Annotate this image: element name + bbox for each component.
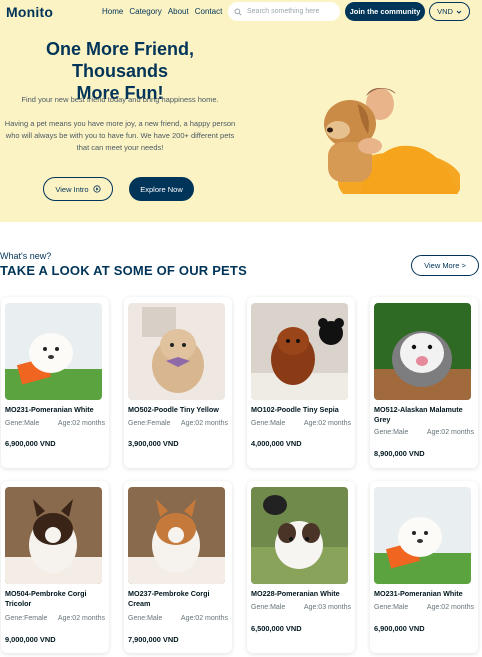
pet-price: 4,000,000 VND (251, 439, 302, 448)
pet-price: 7,900,000 VND (128, 635, 179, 644)
pet-name: MO231-Pomeranian White (374, 589, 463, 598)
pet-gene: Gene:Male (5, 420, 40, 427)
pet-card[interactable]: MO231-Pomeranian White Gene:Male Age:02 m… (1, 297, 109, 468)
pet-meta: Gene:Male Age:02 months (374, 429, 474, 436)
chevron-down-icon (456, 10, 462, 14)
pet-card[interactable]: MO502-Poodle Tiny Yellow Gene:Female Age:… (124, 297, 232, 468)
pet-photo (251, 303, 348, 400)
pet-card[interactable]: MO102-Poodle Tiny Sepia Gene:Male Age:02 … (247, 297, 355, 468)
pet-gene: Gene:Female (128, 420, 171, 427)
pet-name: MO231-Pomeranian White (5, 405, 94, 414)
logo[interactable]: Monito (6, 4, 53, 20)
currency-value: VND (437, 7, 453, 16)
pet-age: Age:02 months (180, 615, 228, 622)
pet-price: 3,900,000 VND (128, 439, 179, 448)
pet-photo (5, 487, 102, 584)
hero-subtitle: Find your new best friend today and brin… (21, 95, 219, 104)
view-more-button[interactable]: View More > (411, 255, 479, 276)
pet-card[interactable]: MO512-Alaskan Malamute Grey Gene:Male Age… (370, 297, 478, 468)
hero-illustration (324, 88, 460, 194)
view-intro-label: View Intro (55, 184, 89, 194)
pet-gene: Gene:Male (374, 429, 409, 436)
search-input[interactable]: Search something here (228, 2, 340, 21)
pet-name: MO512-Alaskan Malamute Grey (374, 405, 463, 424)
pet-photo (374, 487, 471, 584)
pet-meta: Gene:Male Age:02 months (5, 420, 105, 427)
main-nav: Home Category About Contact (102, 7, 222, 16)
pet-age: Age:02 months (180, 420, 228, 427)
section-title: TAKE A LOOK AT SOME OF OUR PETS (0, 263, 247, 278)
pet-age: Age:02 months (426, 604, 474, 611)
pet-photo (251, 487, 348, 584)
pet-price: 9,000,000 VND (5, 635, 56, 644)
pet-price: 6,900,000 VND (5, 439, 56, 448)
pet-meta: Gene:Male Age:02 months (251, 420, 351, 427)
pet-name: MO228-Pomeranian White (251, 589, 340, 598)
pet-card[interactable]: MO231-Pomeranian White Gene:Male Age:02 m… (370, 481, 478, 653)
section-eyebrow: What's new? (0, 251, 52, 261)
pet-gene: Gene:Female (5, 615, 48, 622)
pet-age: Age:03 months (303, 604, 351, 611)
pet-meta: Gene:Female Age:02 months (128, 420, 228, 427)
play-circle-icon (93, 185, 101, 193)
nav-about[interactable]: About (168, 7, 189, 16)
nav-contact[interactable]: Contact (195, 7, 223, 16)
explore-now-button[interactable]: Explore Now (129, 177, 194, 201)
pet-meta: Gene:Female Age:02 months (5, 615, 105, 622)
pet-photo (128, 487, 225, 584)
pet-age: Age:02 months (57, 615, 105, 622)
join-community-button[interactable]: Join the community (345, 2, 425, 21)
pet-name: MO102-Poodle Tiny Sepia (251, 405, 339, 414)
pet-meta: Gene:Male Age:03 months (251, 604, 351, 611)
nav-category[interactable]: Category (129, 7, 161, 16)
pet-name: MO504-Pembroke Corgi Tricolor (5, 589, 87, 608)
pet-photo (128, 303, 225, 400)
hero-description: Having a pet means you have more joy, a … (4, 119, 236, 152)
pet-name: MO502-Poodle Tiny Yellow (128, 405, 219, 414)
pet-price: 6,500,000 VND (251, 624, 302, 633)
pet-price: 6,900,000 VND (374, 624, 425, 633)
pet-gene: Gene:Male (374, 604, 409, 611)
pet-card[interactable]: MO237-Pembroke Corgi Cream Gene:Male Age:… (124, 481, 232, 653)
search-icon (234, 7, 242, 16)
pet-card[interactable]: MO504-Pembroke Corgi Tricolor Gene:Femal… (1, 481, 109, 653)
view-intro-button[interactable]: View Intro (43, 177, 113, 201)
pet-meta: Gene:Male Age:02 months (374, 604, 474, 611)
pet-age: Age:02 months (57, 420, 105, 427)
nav-home[interactable]: Home (102, 7, 123, 16)
pet-card[interactable]: MO228-Pomeranian White Gene:Male Age:03 m… (247, 481, 355, 653)
pet-gene: Gene:Male (251, 604, 286, 611)
pet-gene: Gene:Male (128, 615, 163, 622)
pet-meta: Gene:Male Age:02 months (128, 615, 228, 622)
pet-price: 8,900,000 VND (374, 449, 425, 458)
pet-age: Age:02 months (303, 420, 351, 427)
search-placeholder: Search something here (247, 8, 320, 15)
pet-photo (5, 303, 102, 400)
pet-name: MO237-Pembroke Corgi Cream (128, 589, 210, 608)
pet-age: Age:02 months (426, 429, 474, 436)
pet-photo (374, 303, 471, 400)
currency-select[interactable]: VND (429, 2, 470, 21)
pet-gene: Gene:Male (251, 420, 286, 427)
